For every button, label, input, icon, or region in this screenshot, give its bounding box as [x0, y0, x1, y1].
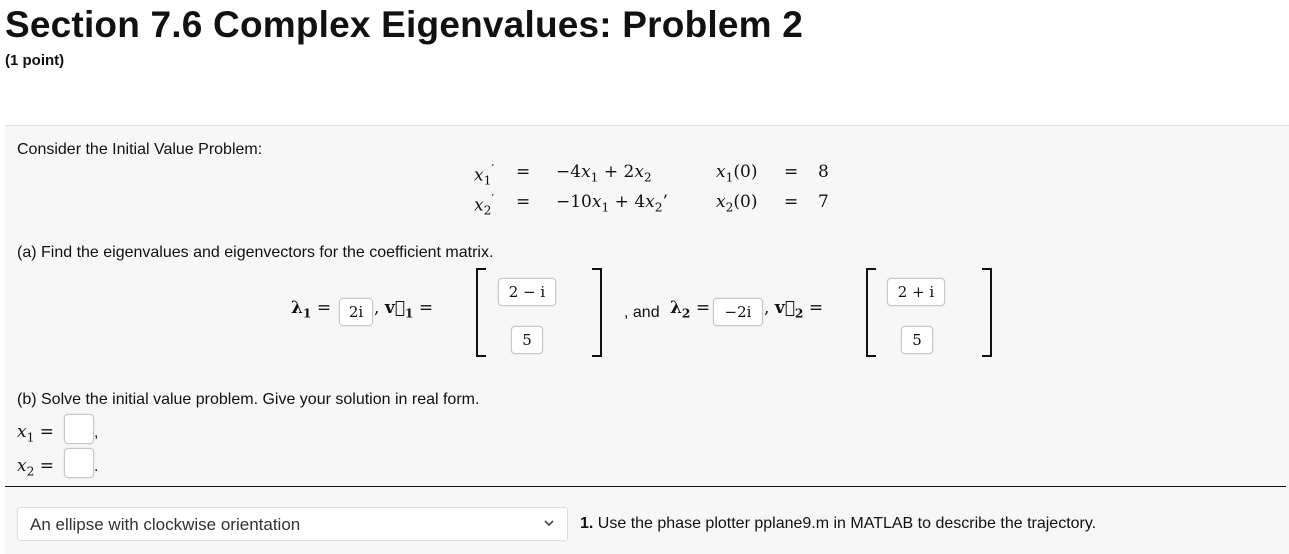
lambda1-label: λ1 =	[291, 298, 332, 321]
x2-label: x2 =	[17, 456, 55, 479]
ic2-lhs: x2(0)	[716, 192, 758, 215]
x1-label: x1 =	[17, 422, 55, 445]
v1-bottom-answer[interactable]: 5	[511, 326, 543, 354]
v1-top-box[interactable]: 2 − i	[498, 278, 556, 306]
trajectory-select[interactable]: An ellipse with clockwise orientation	[17, 507, 568, 541]
ic1-lhs: x1(0)	[716, 162, 758, 185]
lambda2-answer[interactable]: −2i	[713, 298, 763, 326]
equals-sign: =	[784, 192, 799, 212]
chevron-down-icon	[543, 517, 555, 532]
section-divider	[5, 486, 1286, 487]
period: .	[94, 458, 99, 475]
v1-bottom-box[interactable]: 5	[511, 326, 543, 354]
part-a-prompt: (a) Find the eigenvalues and eigenvector…	[17, 244, 494, 261]
v2-left-bracket	[866, 268, 876, 357]
ic2-value: 7	[818, 192, 829, 212]
x1-answer-input[interactable]	[64, 414, 94, 444]
question-text: Use the phase plotter pplane9.m in MATLA…	[597, 515, 1097, 532]
lambda1-answer-box[interactable]: 2i	[339, 298, 373, 326]
x1-answer-box[interactable]	[64, 414, 94, 444]
rhs-eq1: −4x1 + 2x2	[556, 162, 652, 185]
equation-row-1: x1′	[474, 162, 495, 188]
trajectory-selected-value: An ellipse with clockwise orientation	[30, 515, 301, 534]
v2-bottom-answer[interactable]: 5	[901, 326, 933, 354]
v1-left-bracket	[476, 268, 486, 357]
equals-sign: =	[516, 192, 531, 212]
and-text: , and	[624, 304, 660, 321]
v2-bottom-box[interactable]: 5	[901, 326, 933, 354]
lambda2-label: λ2 =	[670, 298, 711, 321]
v2-top-box[interactable]: 2 + i	[887, 278, 945, 306]
question-number: 1.	[580, 515, 594, 532]
v2-right-bracket	[982, 268, 992, 357]
problem-intro: Consider the Initial Value Problem:	[17, 141, 263, 158]
part-b-prompt: (b) Solve the initial value problem. Giv…	[17, 391, 480, 408]
x2-answer-box[interactable]	[64, 448, 94, 478]
v1-top-answer[interactable]: 2 − i	[498, 278, 556, 306]
equation-row-2: x2′	[474, 192, 495, 218]
page-title: Section 7.6 Complex Eigenvalues: Problem…	[5, 4, 803, 45]
lambda1-answer[interactable]: 2i	[339, 298, 373, 326]
v1-right-bracket	[592, 268, 602, 357]
trajectory-question: 1. Use the phase plotter pplane9.m in MA…	[580, 515, 1096, 533]
v2-label: , v⃗2 =	[764, 298, 824, 321]
rhs-eq2: −10x1 + 4x2’	[556, 192, 668, 215]
points-label: (1 point)	[5, 52, 65, 69]
comma: ,	[94, 424, 99, 441]
equals-sign: =	[784, 162, 799, 182]
problem-container	[5, 125, 1289, 554]
equals-sign: =	[516, 162, 531, 182]
x2-answer-input[interactable]	[64, 448, 94, 478]
ic1-value: 8	[818, 162, 829, 182]
v2-top-answer[interactable]: 2 + i	[887, 278, 945, 306]
lambda2-answer-box[interactable]: −2i	[713, 298, 763, 326]
v1-label: , v⃗1 =	[374, 298, 434, 321]
